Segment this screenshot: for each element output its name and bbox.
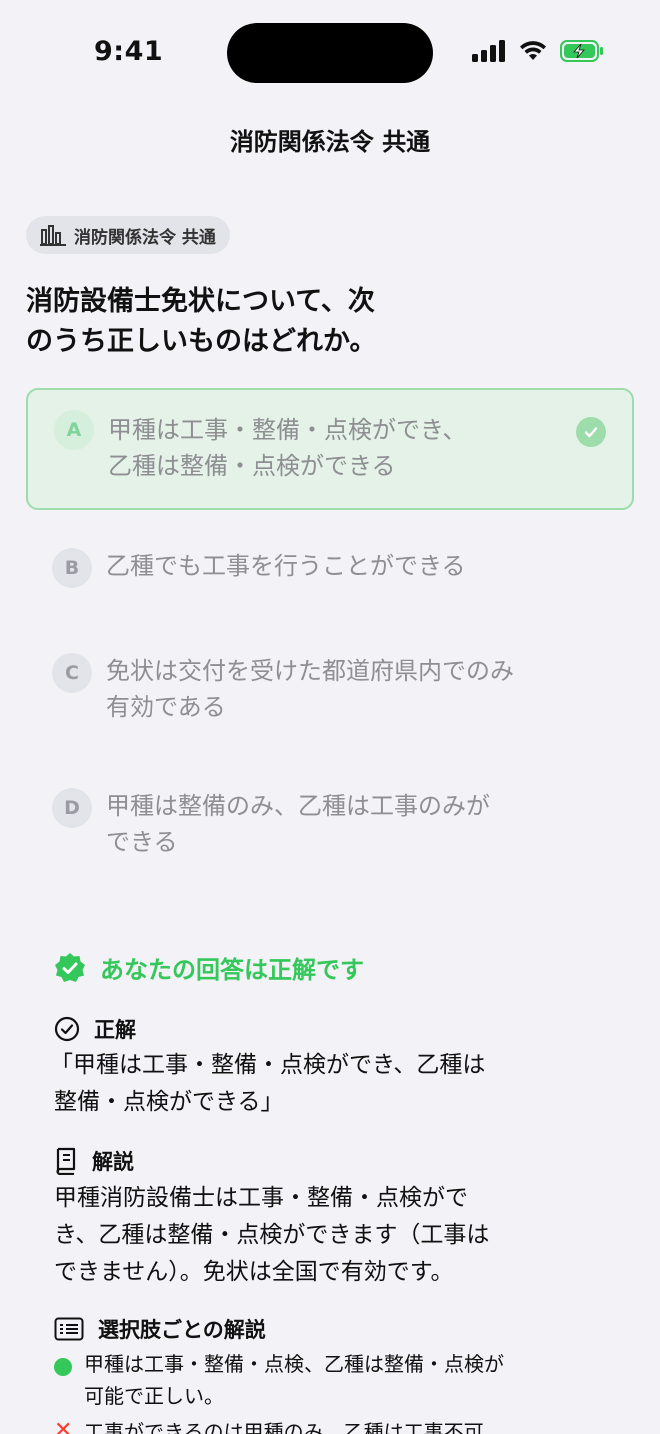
option-b[interactable]: B 乙種でも工事を行うことができる [26,548,634,592]
option-line-1: 免状は交付を受けた都道府県内でのみ [106,657,514,685]
checkmark-icon [576,417,606,447]
question-text: 消防設備士免状について、次 のうち正しいものはどれか。 [26,282,446,362]
per-choice-heading-text: 選択肢ごとの解説 [98,1318,266,1342]
per-choice-line-2: 可能で正しい。 [84,1384,224,1408]
option-text: 免状は交付を受けた都道府県内でのみ 有効である [106,653,566,725]
answer-heading-text: 正解 [94,1018,136,1042]
explanation-line-1: 甲種消防設備士は工事・整備・点検がで [54,1185,468,1211]
option-line-1: 乙種でも工事を行うことができる [106,552,466,580]
explanation-line-2: き、乙種は整備・点検ができます（工事は [54,1222,490,1248]
option-text: 甲種は整備のみ、乙種は工事のみが できる [106,788,566,860]
question-line-2: のうち正しいものはどれか。 [26,326,377,357]
list-icon [54,1317,84,1341]
status-time: 9:41 [94,36,164,67]
option-letter: C [52,653,92,693]
explanation-heading-text: 解説 [92,1150,134,1174]
category-label: 消防関係法令 共通 [74,227,216,248]
option-line-1: 甲種は整備のみ、乙種は工事のみが [106,792,490,820]
answer-body: 「甲種は工事・整備・点検ができ、乙種は 整備・点検ができる」 [50,1047,610,1121]
option-text: 乙種でも工事を行うことができる [106,548,566,584]
per-choice-line-1: 甲種は工事・整備・点検、乙種は整備・点検が [84,1352,504,1376]
per-choice-item: 甲種は工事・整備・点検、乙種は整備・点検が 可能で正しい。 [54,1348,594,1412]
per-choice-heading: 選択肢ごとの解説 [54,1314,266,1344]
answer-heading: 正解 [54,1014,136,1044]
per-choice-text: 工事ができるのは甲種のみ。乙種は工事不可 [84,1416,484,1434]
option-line-2: 乙種は整備・点検ができる [108,452,396,480]
dynamic-island [227,23,433,83]
wrong-x-icon: ✕ [54,1418,73,1434]
option-letter: D [52,788,92,828]
option-text: 甲種は工事・整備・点検ができ、 乙種は整備・点検ができる [108,412,568,484]
status-icons [472,40,604,62]
category-chip: 消防関係法令 共通 [26,216,230,254]
option-d[interactable]: D 甲種は整備のみ、乙種は工事のみが できる [26,788,634,868]
question-line-1: 消防設備士免状について、次 [26,286,375,317]
verified-badge-icon [55,952,85,982]
answer-line-2: 整備・点検ができる」 [54,1089,284,1115]
check-circle-icon [54,1016,80,1042]
per-choice-item: ✕ 工事ができるのは甲種のみ。乙種は工事不可 [54,1416,594,1434]
cellular-signal-icon [472,40,505,62]
bar-chart-icon [40,225,66,246]
result-text: あなたの回答は正解です [100,956,364,984]
explanation-line-3: できません）。免状は全国で有効です。 [54,1259,454,1285]
option-a[interactable]: A 甲種は工事・整備・点検ができ、 乙種は整備・点検ができる [26,388,634,510]
per-choice-line-1: 工事ができるのは甲種のみ。乙種は工事不可 [84,1420,484,1434]
option-letter: A [54,410,94,450]
status-bar: 9:41 [0,0,660,100]
wifi-icon [520,41,546,60]
result-banner: あなたの回答は正解です [54,950,364,985]
answer-line-1: 「甲種は工事・整備・点検ができ、乙種は [50,1052,486,1078]
per-choice-text: 甲種は工事・整備・点検、乙種は整備・点検が 可能で正しい。 [84,1348,504,1412]
option-letter: B [52,548,92,588]
nav-title: 消防関係法令 共通 [229,128,431,156]
option-line-2: できる [106,828,178,856]
battery-charging-icon [560,40,603,62]
correct-dot-icon [54,1358,72,1376]
option-c[interactable]: C 免状は交付を受けた都道府県内でのみ 有効である [26,653,634,733]
option-line-1: 甲種は工事・整備・点検ができ、 [108,416,467,444]
explanation-body: 甲種消防設備士は工事・整備・点検がで き、乙種は整備・点検ができます（工事は で… [54,1180,554,1291]
explanation-heading: 解説 [54,1146,134,1176]
option-line-2: 有効である [106,693,226,721]
book-icon [56,1147,76,1175]
